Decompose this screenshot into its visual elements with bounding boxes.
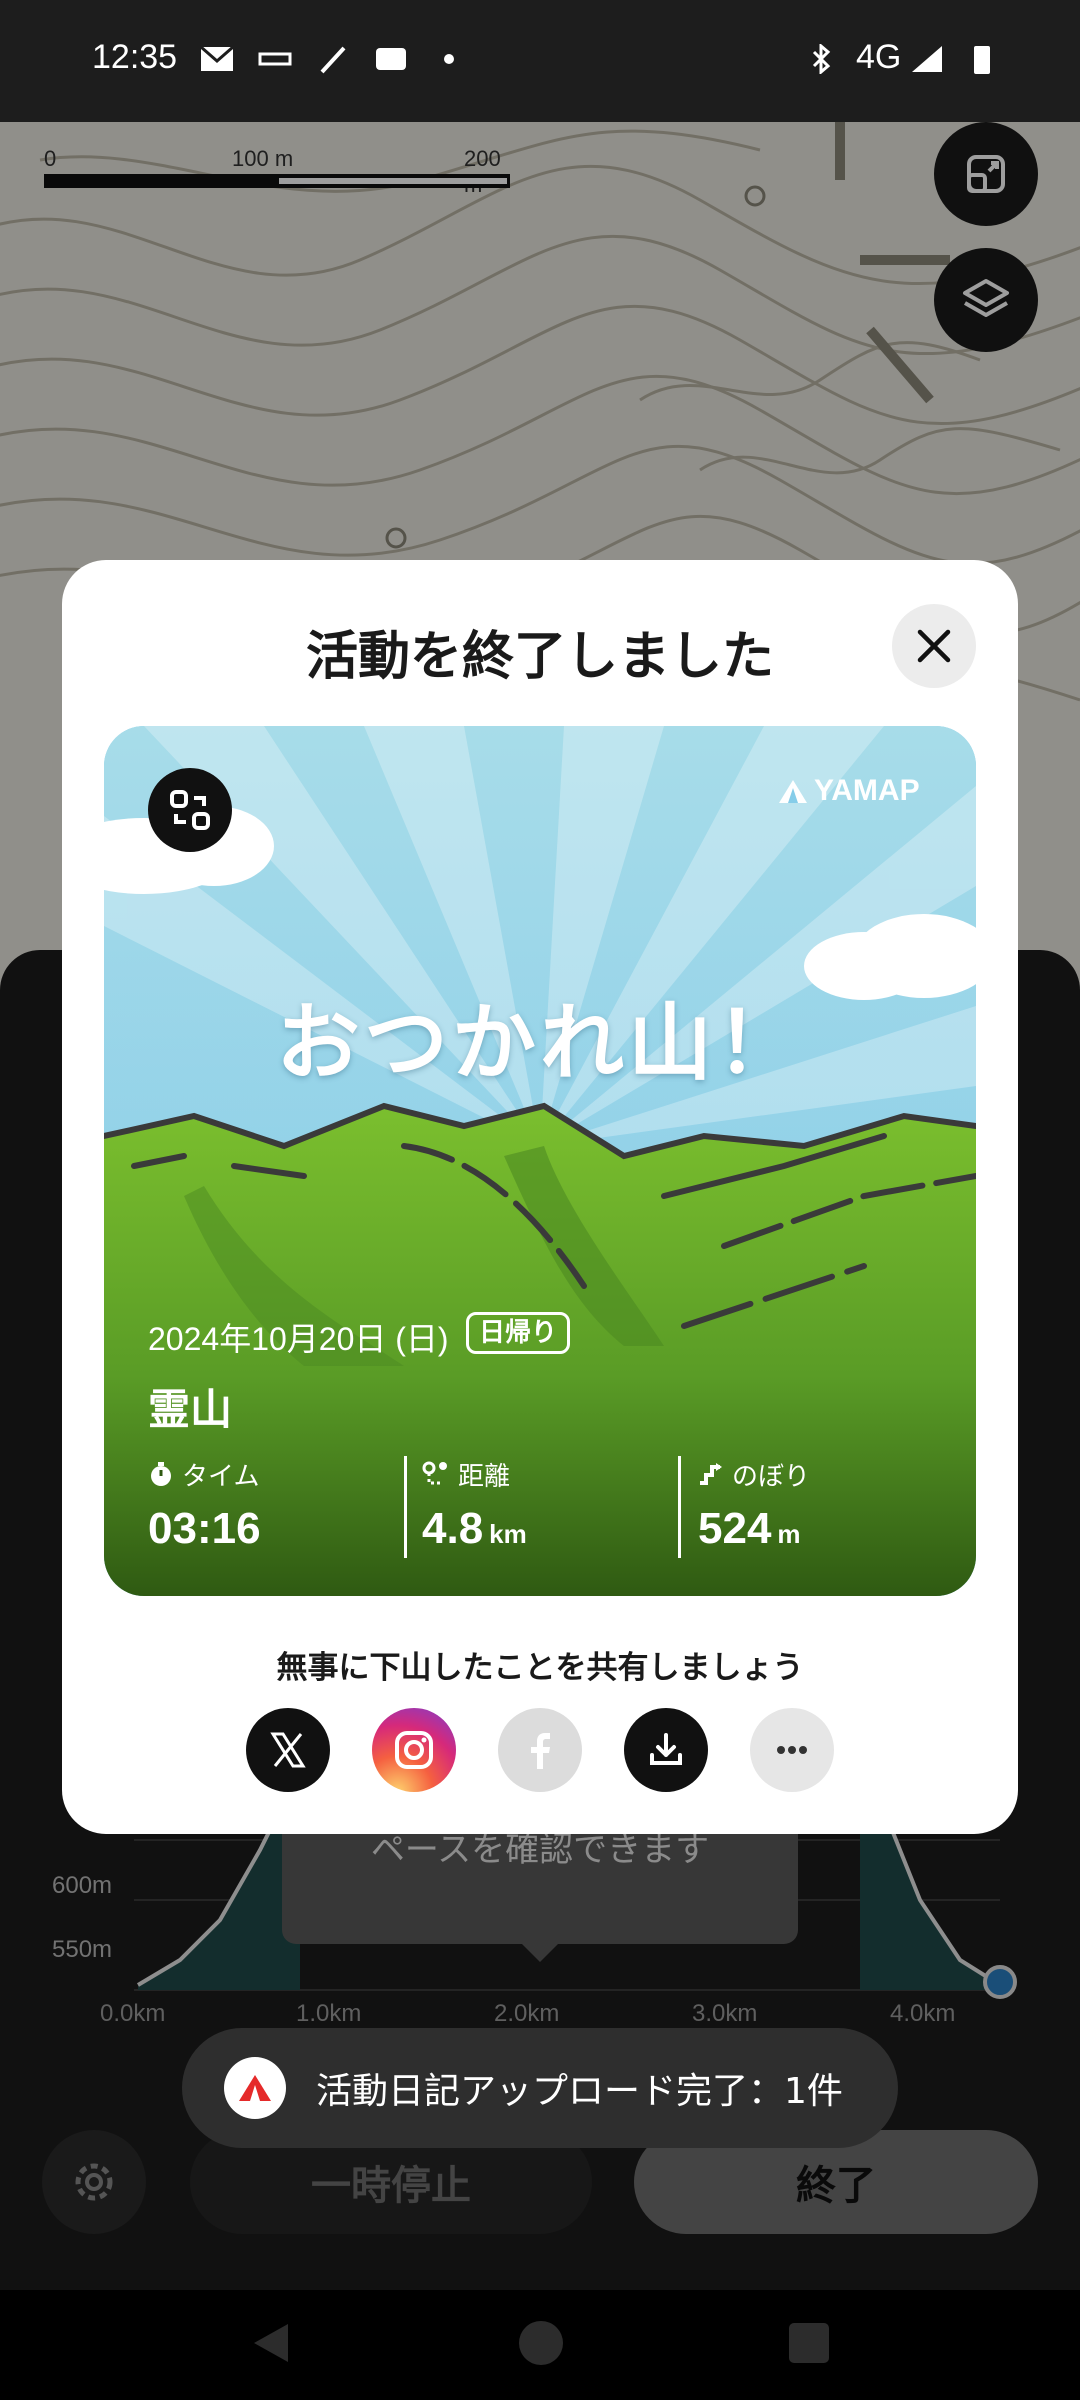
stat-time-value: 03:16: [148, 1504, 261, 1553]
yamap-logo: YAMAP: [778, 774, 920, 808]
stat-ascent-label: のぼり: [732, 1461, 811, 1492]
status-time: 12:35: [92, 38, 178, 76]
stat-ascent-value: 524: [698, 1504, 772, 1553]
stat-divider: [404, 1456, 407, 1558]
home-icon[interactable]: [516, 2318, 566, 2368]
yamap-mark-icon: [239, 2075, 271, 2101]
ascent-icon: [700, 1463, 722, 1485]
toast-text: 活動日記アップロード完了：1件: [316, 2071, 843, 2112]
stat-distance-value: 4.8: [422, 1504, 484, 1553]
upload-toast: 活動日記アップロード完了：1件: [182, 2028, 898, 2148]
pen-icon: [320, 46, 346, 74]
signal-icon: [912, 46, 942, 72]
route-icon: [422, 1461, 447, 1485]
mountain-name: 霊山: [148, 1385, 233, 1434]
download-image-button[interactable]: [624, 1708, 708, 1792]
stat-time-label: タイム: [182, 1461, 260, 1492]
share-instagram-button[interactable]: [372, 1708, 456, 1792]
stat-distance-unit: km: [489, 1519, 527, 1549]
activity-summary-card: YAMAP おつかれ山！ 2024年10月20日 (日) 日帰り 霊山 タイム …: [104, 726, 976, 1596]
yamap-badge: [224, 2057, 286, 2119]
bluetooth-icon: [812, 44, 831, 74]
share-more-button[interactable]: [750, 1708, 834, 1792]
more-notifications-icon: [444, 54, 454, 64]
stat-ascent: のぼり 524 m: [698, 1454, 928, 1558]
close-icon: [917, 629, 951, 663]
share-x-button[interactable]: [246, 1708, 330, 1792]
brand-name: YAMAP: [814, 774, 920, 807]
swap-design-button[interactable]: [148, 768, 232, 852]
close-button[interactable]: [892, 604, 976, 688]
network-type: 4G: [856, 38, 902, 76]
status-bar: 12:35 4G: [0, 0, 1080, 122]
app-icon: [376, 48, 406, 70]
activity-date: 2024年10月20日 (日): [148, 1321, 449, 1357]
system-navigation-bar: [0, 2290, 1080, 2400]
stat-distance-label: 距離: [458, 1461, 511, 1492]
dialog-title: 活動を終了しました: [305, 627, 774, 687]
card-headline: おつかれ山！: [275, 994, 804, 1092]
yamap-mark-icon: [779, 780, 807, 803]
battery-icon: [974, 46, 990, 74]
news-icon: [258, 52, 292, 66]
x-icon: [270, 1732, 306, 1768]
instagram-icon: [395, 1731, 433, 1769]
facebook-icon: [531, 1733, 550, 1769]
stopwatch-icon: [151, 1462, 171, 1486]
activity-finished-dialog: 活動を終了しました YAMAP おつかれ山！ 2024年10月20日 (日) 日…: [62, 560, 1018, 1834]
share-prompt: 無事に下山したことを共有しましょう: [276, 1650, 804, 1686]
stat-divider: [678, 1456, 681, 1558]
share-facebook-button[interactable]: [498, 1708, 582, 1792]
stat-ascent-unit: m: [777, 1519, 801, 1549]
more-icon: [777, 1746, 807, 1754]
trip-type-badge: 日帰り: [466, 1312, 571, 1354]
back-icon[interactable]: [246, 2318, 296, 2368]
recents-icon[interactable]: [786, 2320, 832, 2366]
stat-time: タイム 03:16: [148, 1454, 378, 1558]
mail-icon: [200, 45, 234, 71]
download-icon: [650, 1733, 682, 1765]
stat-distance: 距離 4.8 km: [422, 1454, 652, 1558]
swap-icon: [170, 790, 210, 830]
